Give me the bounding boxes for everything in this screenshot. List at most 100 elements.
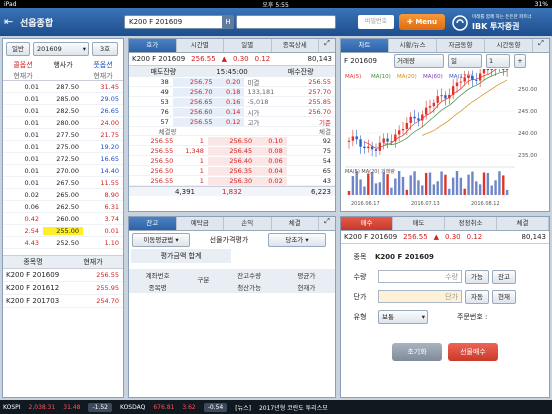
bid-row[interactable]: 256.50 1 256.40 0.06 54	[129, 156, 335, 166]
add-icon[interactable]: +	[514, 54, 526, 68]
buy-futures-button[interactable]: 선물매수	[448, 343, 498, 361]
bid-qty: 54	[322, 156, 331, 165]
back-icon[interactable]: ⇤	[4, 15, 13, 28]
ask-row[interactable]: 53 256.65 0.16 -5,018 255.85	[129, 97, 335, 107]
price-chart[interactable]: MA(5)MA(10)MA(20)MA(60)MA(120)250.00245.…	[341, 69, 549, 209]
bid-row[interactable]: 256.55 1 256.50 0.10 92	[129, 136, 335, 146]
ask-side-value: 256.70	[308, 107, 331, 116]
volume-bar	[390, 187, 393, 195]
order-type-select[interactable]: 보통 ▾	[378, 309, 428, 324]
tick-price: 256.55	[150, 176, 174, 185]
ask-row[interactable]: 76 256.60 0.14 시가 256.70	[129, 107, 335, 117]
count-select[interactable]: 1	[486, 54, 510, 68]
volume-bar	[428, 172, 432, 195]
bid-row[interactable]: 256.50 1 256.35 0.04 65	[129, 166, 335, 176]
code-combo[interactable]: K200 F 201609	[124, 15, 234, 29]
ask-price: 256.75	[172, 77, 217, 86]
tab-news[interactable]: 시황/뉴스	[389, 39, 437, 52]
option-row[interactable]: 0.01 287.50 31.45	[3, 81, 123, 93]
option-row[interactable]: 0.01 285.00 29.05	[3, 93, 123, 105]
bid-price: 256.45	[207, 146, 257, 155]
candle-body	[490, 69, 493, 71]
option-row[interactable]: 0.02 265.00 8.90	[3, 189, 123, 201]
option-row[interactable]: 0.01 275.00 19.20	[3, 141, 123, 153]
call-price: 0.01	[24, 118, 39, 127]
price-basis-select[interactable]: 당초가 ▾	[268, 233, 326, 247]
tab-timely[interactable]: 시간별	[177, 39, 224, 52]
tab-sell[interactable]: 매도	[393, 217, 445, 230]
expand-icon[interactable]: ⤢	[533, 39, 549, 52]
third-tab[interactable]: 3호	[92, 42, 118, 56]
ask-row[interactable]: 49 256.70 0.18 133,181 257.70	[129, 87, 335, 97]
option-row[interactable]: 0.06 262.50 6.31	[3, 201, 123, 213]
ask-row[interactable]: 38 256.75 0.20 미결 256.55	[129, 77, 335, 87]
menu-button[interactable]: ✚ Menu	[399, 14, 445, 30]
tab-chart[interactable]: 차트	[341, 39, 389, 52]
put-price: 8.90	[104, 190, 119, 199]
tab-modify[interactable]: 정정취소	[445, 217, 497, 230]
futures-row[interactable]: K200 F 201703 254.70	[3, 295, 123, 308]
option-row[interactable]: 2.54 255.00 0.01	[3, 225, 123, 237]
general-tab[interactable]: 일반	[6, 42, 30, 56]
tab-balance[interactable]: 잔고	[129, 217, 177, 230]
balance-button[interactable]: 잔고	[492, 269, 516, 284]
tab-fills[interactable]: 체결	[497, 217, 549, 230]
strike-price: 280.00	[56, 118, 79, 127]
call-price: 0.01	[24, 154, 39, 163]
period-select[interactable]: 일	[448, 54, 482, 68]
tab-funds[interactable]: 자금동향	[437, 39, 485, 52]
auto-button[interactable]: 자동	[465, 289, 489, 304]
strike-price: 277.50	[56, 130, 79, 139]
tab-pnl[interactable]: 손익	[224, 217, 272, 230]
history-button[interactable]: H	[222, 15, 234, 29]
option-row[interactable]: 0.01 277.50 21.75	[3, 129, 123, 141]
secondary-combo[interactable]	[236, 15, 336, 29]
ma-legend-label: MA(10)	[371, 74, 391, 80]
tab-fill[interactable]: 체결	[272, 217, 319, 230]
chart-code: F 201609	[344, 57, 377, 65]
option-row[interactable]: 0.01 270.00 14.40	[3, 165, 123, 177]
chart-type-select[interactable]: 거래량	[394, 54, 444, 68]
futures-row[interactable]: K200 F 201612 255.95	[3, 282, 123, 295]
option-row[interactable]: 0.01 272.50 16.65	[3, 153, 123, 165]
option-row[interactable]: 0.01 267.50 11.55	[3, 177, 123, 189]
expand-icon[interactable]: ⤢	[319, 39, 335, 52]
tab-buy[interactable]: 매수	[341, 217, 393, 230]
total-mid: 1,832	[221, 187, 243, 196]
price-input[interactable]: 단가	[378, 290, 462, 303]
tab-deposit[interactable]: 예탁금	[177, 217, 224, 230]
expand-icon[interactable]: ⤢	[319, 217, 335, 230]
put-price: 0.01	[104, 226, 119, 235]
ask-info: 133,181	[247, 87, 275, 96]
candle-body	[363, 146, 366, 149]
bid-row[interactable]: 256.55 1 256.30 0.02 43	[129, 176, 335, 186]
ask-price: 256.55	[172, 117, 217, 126]
order-code: K200 F 201609	[344, 233, 398, 241]
page-title: 선옵종합	[20, 19, 54, 29]
eval-method-select[interactable]: 이동평균법 ▾	[132, 233, 190, 247]
option-row[interactable]: 0.42 260.00 3.74	[3, 213, 123, 225]
bid-price: 256.30	[207, 176, 257, 185]
volume-bar	[451, 177, 455, 195]
reset-button[interactable]: 초기화	[392, 343, 442, 361]
option-row[interactable]: 0.01 282.50 26.65	[3, 105, 123, 117]
futures-row[interactable]: K200 F 201609 256.55	[3, 269, 123, 282]
available-button[interactable]: 가능	[465, 269, 489, 284]
tab-quote[interactable]: 호가	[129, 39, 177, 52]
tab-time-trend[interactable]: 시간동향	[485, 39, 533, 52]
month-select[interactable]: 201609 ▾	[33, 42, 89, 56]
tab-detail[interactable]: 종목상세	[272, 39, 319, 52]
qty-input[interactable]: 수량	[378, 270, 462, 283]
order-type-value: 보통	[382, 312, 394, 321]
news-headline[interactable]: 2017년형 코란도 투리스모	[259, 403, 328, 412]
volume-bar	[486, 173, 490, 195]
quote-change: 0.30	[233, 55, 249, 63]
current-button[interactable]: 현재	[492, 289, 516, 304]
password-field[interactable]: 비밀번호	[358, 15, 394, 29]
bid-row[interactable]: 256.55 1,348 256.45 0.08 75	[129, 146, 335, 156]
option-row[interactable]: 4.43 252.50 1.10	[3, 237, 123, 249]
option-row[interactable]: 0.01 280.00 24.00	[3, 117, 123, 129]
strike-price: 252.50	[56, 238, 79, 247]
volume-bar	[378, 182, 382, 195]
tab-daily[interactable]: 일별	[224, 39, 272, 52]
